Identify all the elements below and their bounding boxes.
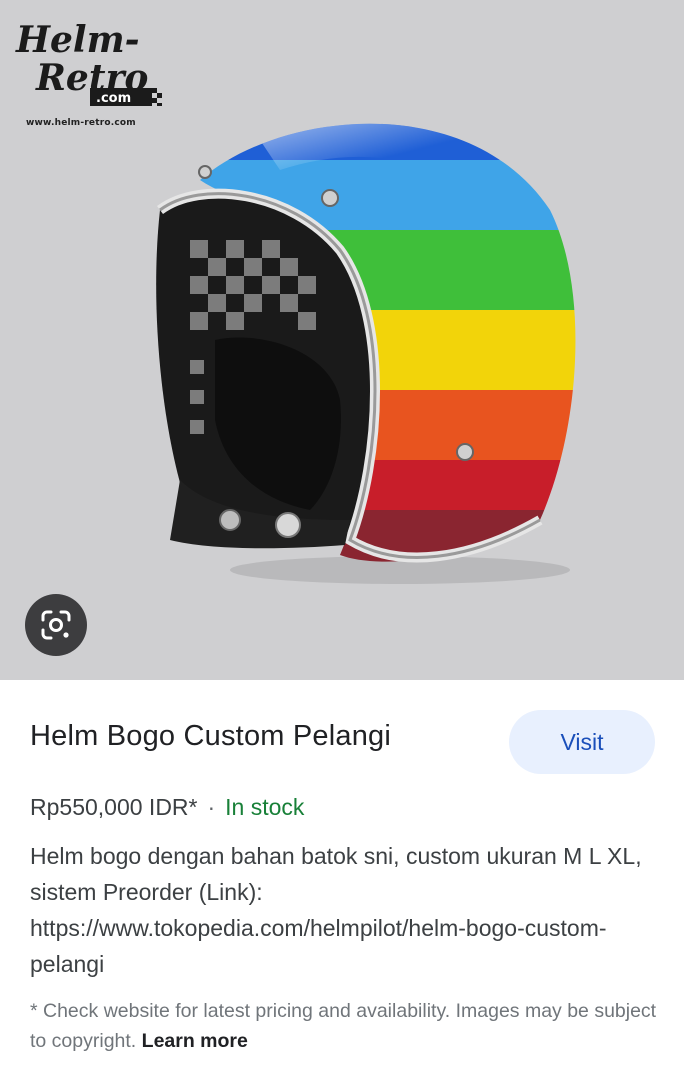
product-title[interactable]: Helm Bogo Custom Pelangi	[30, 720, 391, 753]
svg-text:Helm-: Helm-	[15, 19, 140, 61]
price: Rp550,000 IDR*	[30, 794, 198, 820]
separator-dot: ·	[207, 794, 216, 820]
google-lens-button[interactable]	[25, 594, 87, 656]
disclaimer-text: * Check website for latest pricing and a…	[30, 1000, 657, 1052]
svg-text:.com: .com	[96, 91, 131, 106]
product-description: Helm bogo dengan bahan batok sni, custom…	[30, 843, 642, 977]
result-info-panel: Helm Bogo Custom Pelangi Visit Rp550,000…	[0, 680, 684, 1080]
stock-status: In stock	[225, 794, 305, 820]
rainbow-helmet-illustration	[156, 123, 576, 584]
price-availability-row: Rp550,000 IDR* · In stock	[30, 794, 304, 821]
pricing-disclaimer: * Check website for latest pricing and a…	[30, 996, 660, 1056]
google-lens-icon	[41, 610, 71, 640]
learn-more-link[interactable]: Learn more	[142, 1030, 248, 1052]
product-image[interactable]: Helm- Retro .com www.helm-retro.com	[0, 0, 684, 680]
logo-url: www.helm-retro.com	[26, 118, 136, 128]
visit-button[interactable]: Visit	[509, 710, 655, 774]
